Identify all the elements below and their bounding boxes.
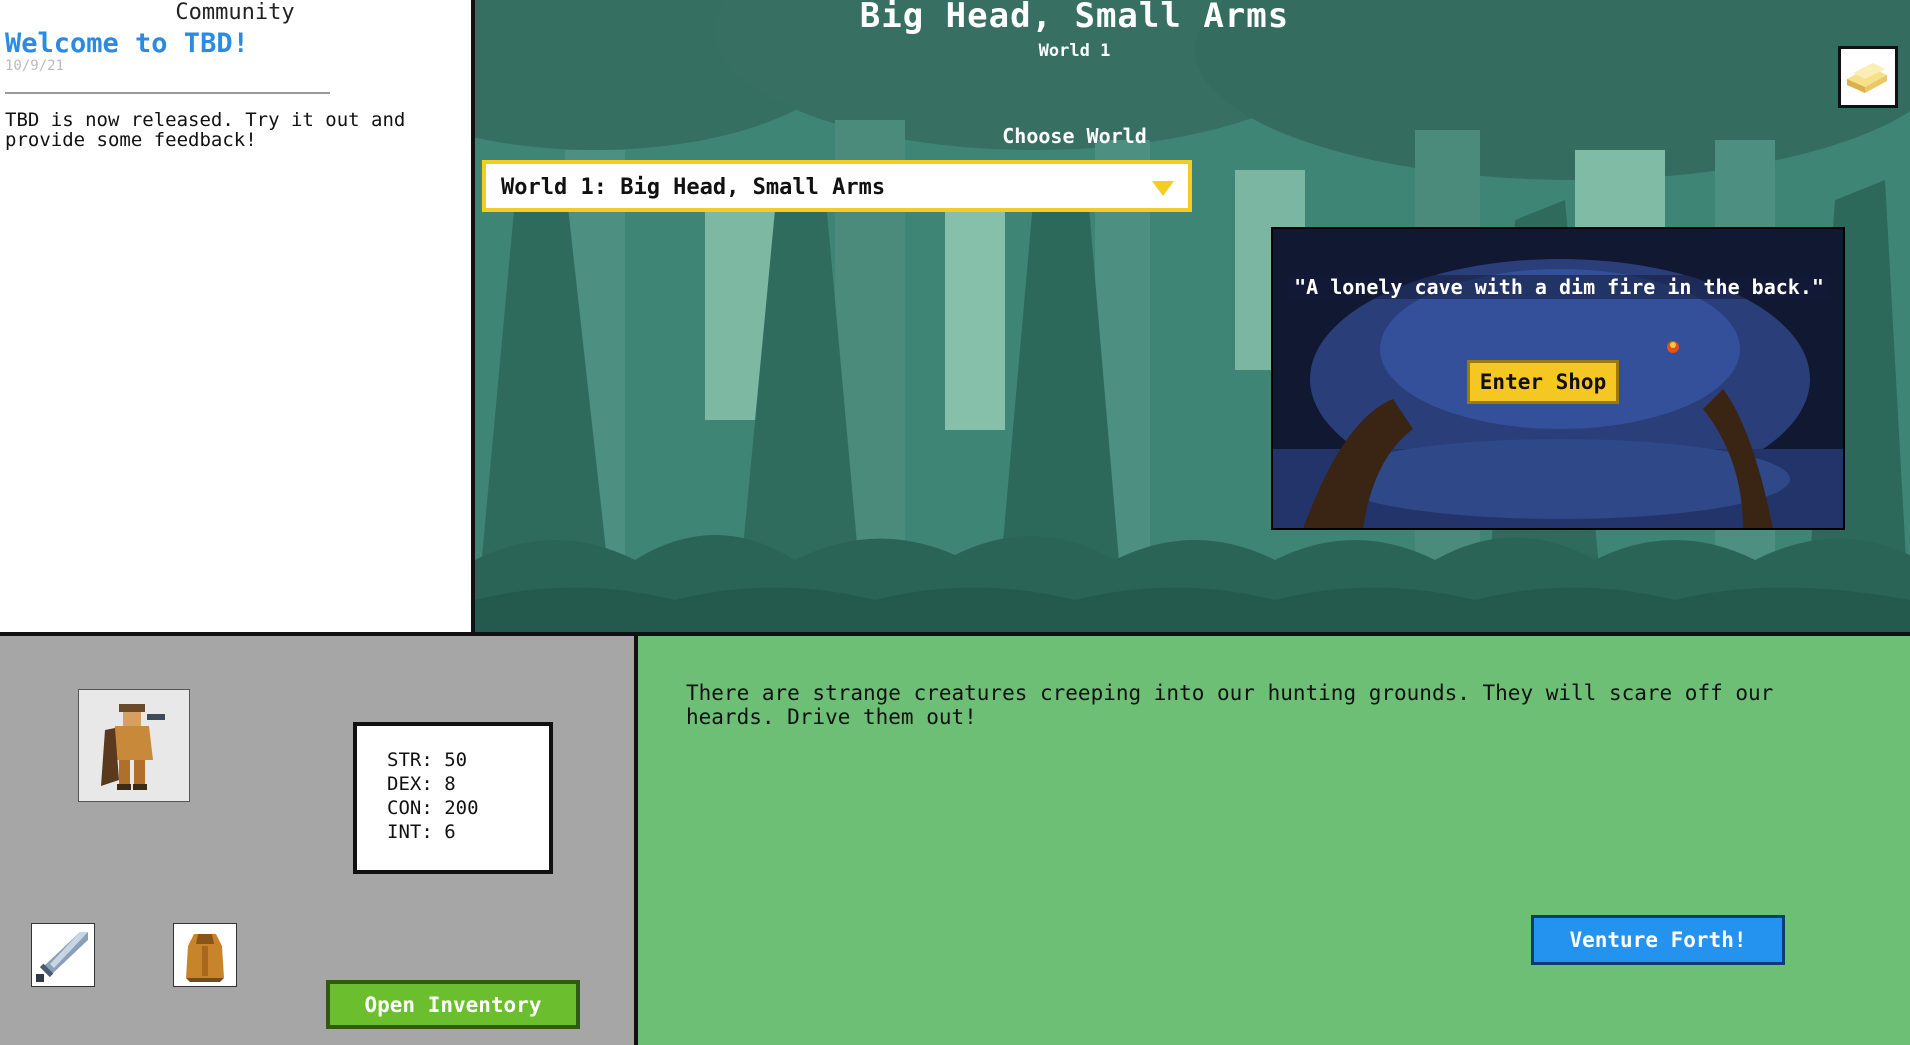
open-inventory-button[interactable]: Open Inventory [326,980,580,1029]
post-title[interactable]: Welcome to TBD! [5,28,249,59]
world-subtitle: World 1 [1038,41,1111,61]
post-date: 10/9/21 [5,58,65,74]
world-panel: Big Head, Small Arms World 1 Choose Worl… [475,0,1910,632]
hero-portrait-icon[interactable] [78,689,190,802]
stat-dex: DEX: 8 [387,773,456,795]
post-body: TBD is now released. Try it out and prov… [5,109,406,151]
chevron-down-icon [1152,179,1174,201]
sword-icon[interactable] [31,923,95,987]
gold-bars-icon[interactable] [1838,46,1898,108]
stats-box: STR: 50 DEX: 8 CON: 200 INT: 6 [353,722,553,874]
choose-world-label: Choose World [1002,124,1147,148]
world-select-value: World 1: Big Head, Small Arms [501,175,886,200]
community-panel: Community Welcome to TBD! 10/9/21 TBD is… [0,0,475,632]
post-divider [5,92,330,94]
stat-str: STR: 50 [387,749,468,771]
venture-forth-button[interactable]: Venture Forth! [1531,915,1785,965]
quest-panel: There are strange creatures creeping int… [638,632,1910,1045]
character-panel: STR: 50 DEX: 8 CON: 200 INT: 6 Open Inve… [0,632,638,1045]
quest-text: There are strange creatures creeping int… [686,681,1774,729]
shop-card: "A lonely cave with a dim fire in the ba… [1271,227,1845,530]
enter-shop-button[interactable]: Enter Shop [1467,360,1619,404]
world-title: Big Head, Small Arms [859,0,1290,36]
stat-con: CON: 200 [387,797,479,819]
stat-int: INT: 6 [387,821,456,843]
armor-icon[interactable] [173,923,237,987]
world-select[interactable]: World 1: Big Head, Small Arms [482,160,1192,212]
community-title: Community [175,0,295,25]
shop-description: "A lonely cave with a dim fire in the ba… [1289,275,1829,299]
